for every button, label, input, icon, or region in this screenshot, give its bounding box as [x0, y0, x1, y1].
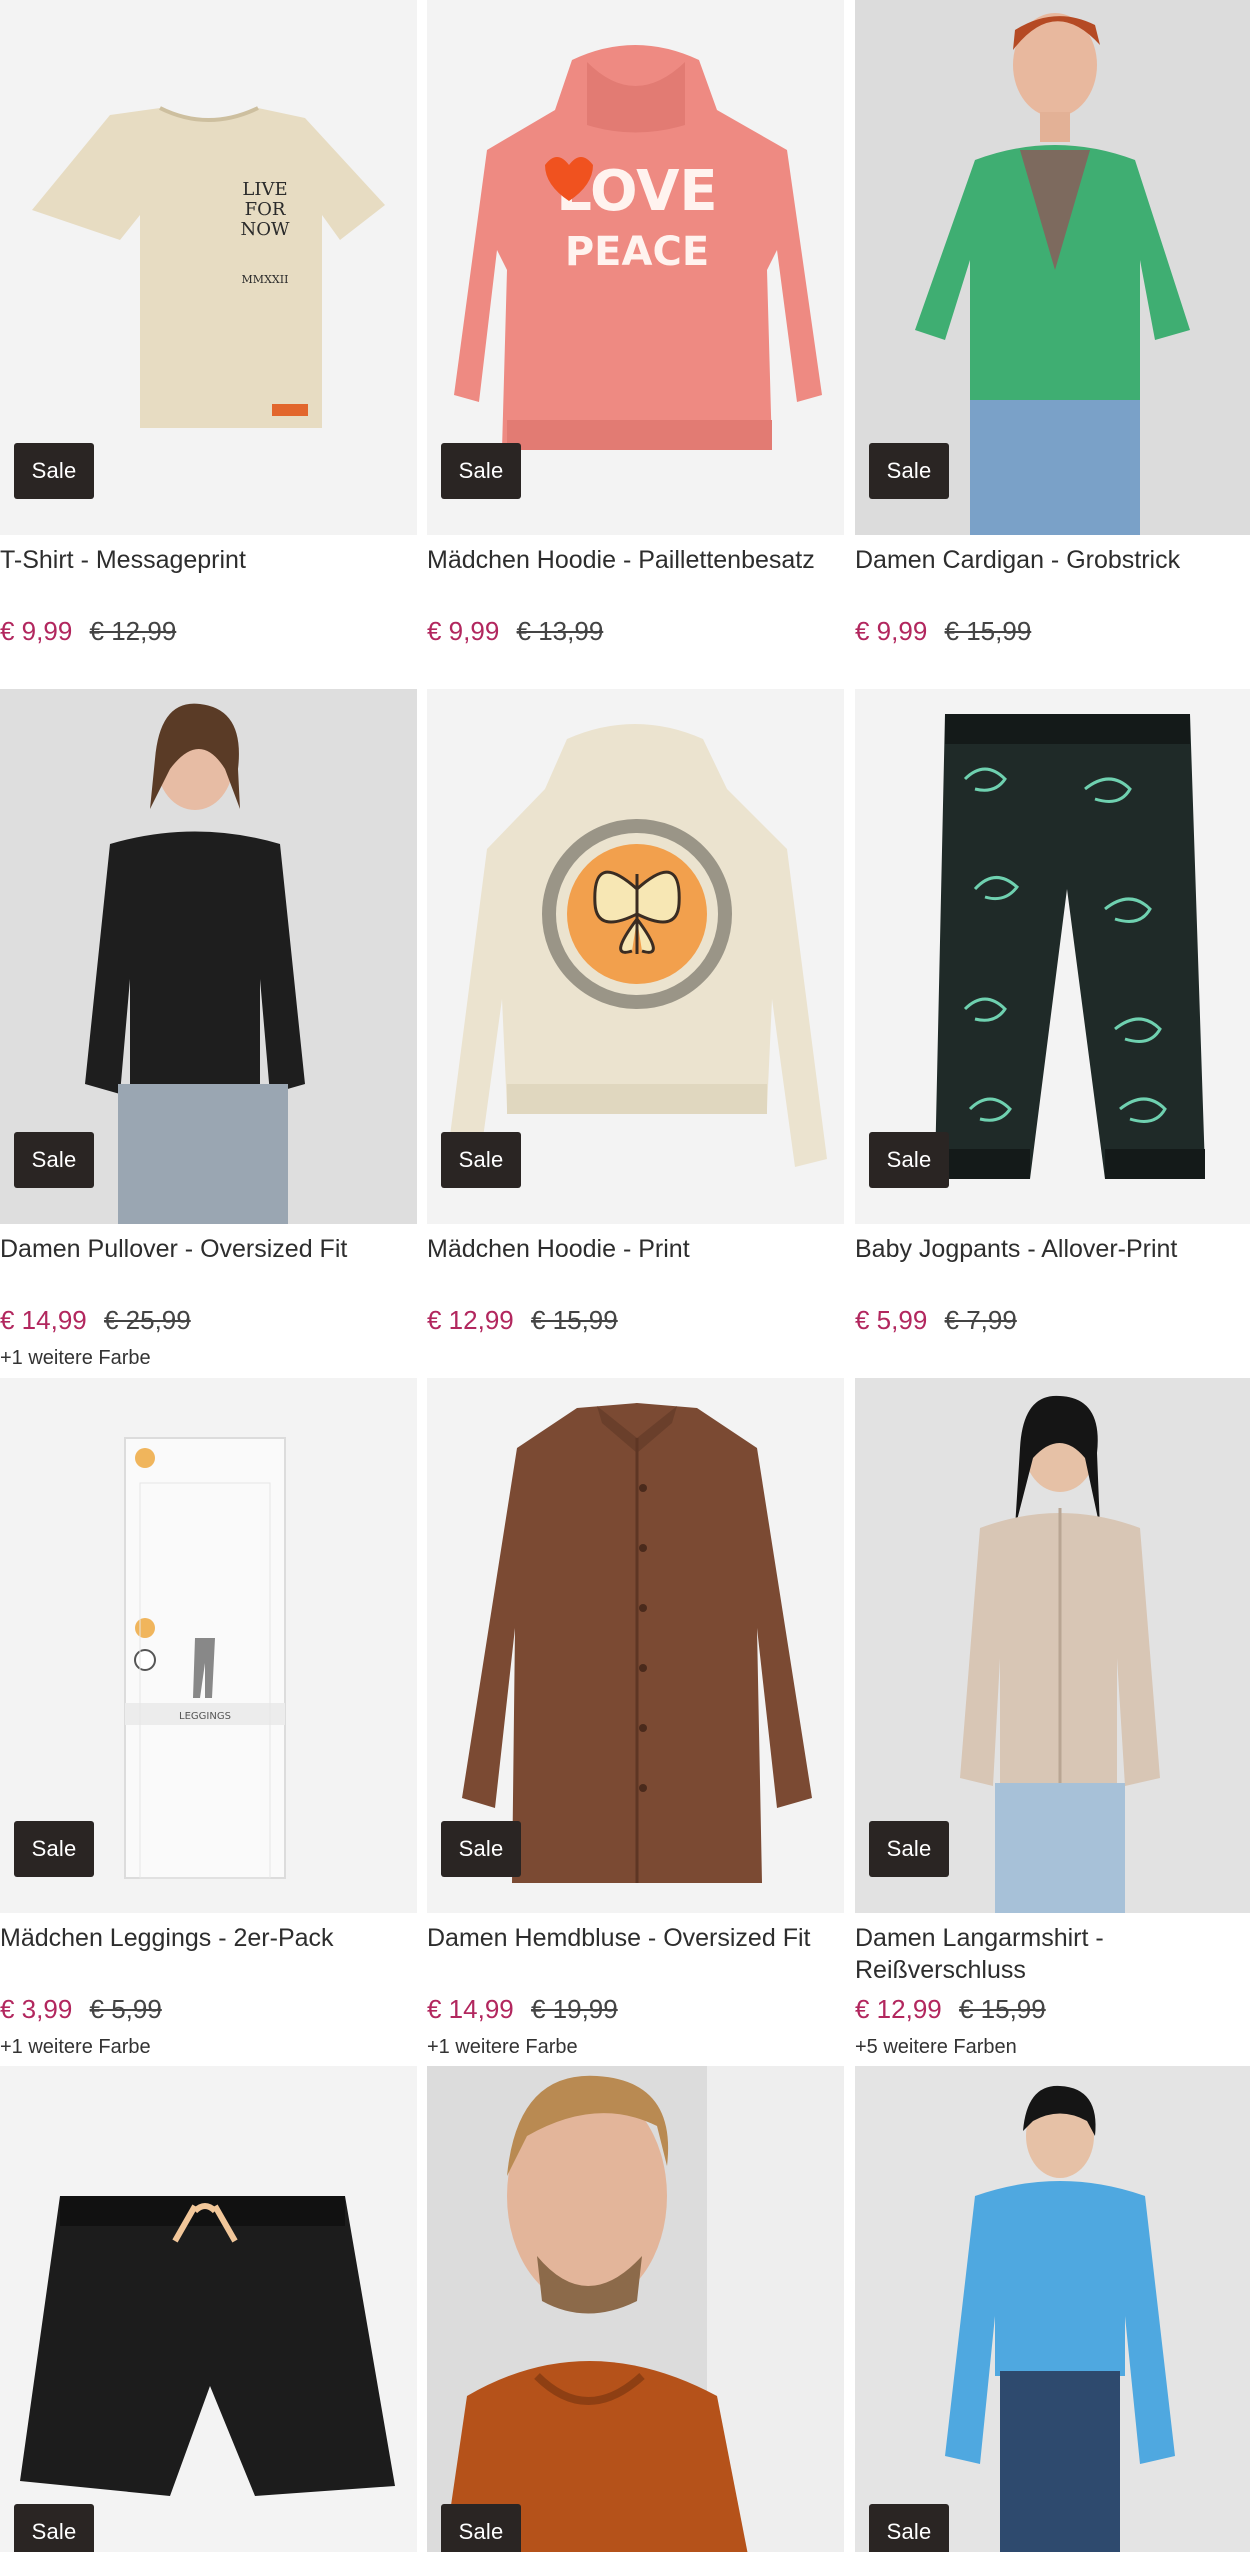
original-price: € 13,99: [516, 616, 604, 646]
sale-badge: Sale: [14, 443, 94, 499]
product-image[interactable]: Sale: [427, 2066, 844, 2552]
product-card[interactable]: Sale Damen Pullover - Oversized Fit € 14…: [0, 689, 417, 1379]
product-card[interactable]: Sale: [855, 2066, 1250, 2552]
sale-price: € 14,99: [0, 1305, 87, 1335]
more-colors[interactable]: +1 weitere Farbe: [0, 1345, 151, 1371]
sale-badge: Sale: [869, 443, 949, 499]
sale-badge: Sale: [869, 1821, 949, 1877]
product-card[interactable]: Sale Mädchen Hoodie - Print € 12,99 € 15…: [427, 689, 844, 1379]
product-card[interactable]: Sale Damen Hemdbluse - Oversized Fit € 1…: [427, 1378, 844, 2068]
sale-price: € 5,99: [855, 1305, 928, 1335]
sale-badge: Sale: [869, 1132, 949, 1188]
original-price: € 15,99: [530, 1305, 618, 1335]
product-prices: € 9,99 € 12,99: [0, 614, 176, 648]
product-prices: € 14,99 € 19,99: [427, 1992, 618, 2026]
product-prices: € 5,99 € 7,99: [855, 1303, 1017, 1337]
blue-knit-model-image: [945, 2085, 1175, 2552]
original-price: € 19,99: [530, 1994, 618, 2024]
original-price: € 15,99: [944, 616, 1032, 646]
svg-text:FOR: FOR: [245, 199, 286, 220]
product-image[interactable]: LEGGINGS Sale: [0, 1378, 417, 1913]
sale-price: € 9,99: [0, 616, 73, 646]
sale-price: € 12,99: [855, 1994, 942, 2024]
more-colors[interactable]: +1 weitere Farbe: [427, 2034, 578, 2060]
product-name[interactable]: Damen Pullover - Oversized Fit: [0, 1233, 420, 1265]
sale-price: € 9,99: [427, 616, 500, 646]
product-name[interactable]: Damen Langarmshirt - Reißverschluss: [855, 1922, 1250, 1986]
sale-price: € 14,99: [427, 1994, 514, 2024]
product-prices: € 14,99 € 25,99: [0, 1303, 191, 1337]
product-image[interactable]: Sale: [855, 689, 1250, 1224]
product-image[interactable]: Sale: [855, 1378, 1250, 1913]
product-image[interactable]: LIVE FOR NOW MMXXII Sale: [0, 0, 417, 535]
shorts-image: [20, 2196, 395, 2496]
svg-text:NOW: NOW: [240, 219, 290, 240]
product-name[interactable]: Mädchen Hoodie - Paillettenbesatz: [427, 544, 847, 576]
product-name[interactable]: Damen Cardigan - Grobstrick: [855, 544, 1250, 576]
sale-badge: Sale: [441, 1132, 521, 1188]
more-colors[interactable]: +5 weitere Farben: [855, 2034, 1017, 2060]
product-prices: € 12,99 € 15,99: [855, 1992, 1046, 2026]
sale-price: € 9,99: [855, 616, 928, 646]
sale-badge: Sale: [441, 443, 521, 499]
product-image[interactable]: Sale: [0, 2066, 417, 2552]
product-prices: € 3,99 € 5,99: [0, 1992, 162, 2026]
product-name[interactable]: Mädchen Leggings - 2er-Pack: [0, 1922, 420, 1954]
product-image[interactable]: Sale: [427, 689, 844, 1224]
product-prices: € 12,99 € 15,99: [427, 1303, 618, 1337]
svg-text:MMXXII: MMXXII: [242, 273, 289, 286]
product-name[interactable]: Damen Hemdbluse - Oversized Fit: [427, 1922, 847, 1954]
product-card[interactable]: LEGGINGS Sale Mädchen Leggings - 2er-Pac…: [0, 1378, 417, 2068]
product-image[interactable]: Sale: [855, 2066, 1250, 2552]
product-card[interactable]: LOVE PEACE Sale Mädchen Hoodie - Paillet…: [427, 0, 844, 690]
product-card[interactable]: Sale Damen Cardigan - Grobstrick € 9,99 …: [855, 0, 1250, 690]
product-name[interactable]: T-Shirt - Messageprint: [0, 544, 420, 576]
sale-badge: Sale: [14, 1132, 94, 1188]
original-price: € 5,99: [89, 1994, 162, 2024]
sale-badge: Sale: [14, 2504, 94, 2552]
orange-hoodie-man-image: [444, 2066, 844, 2552]
sale-badge: Sale: [14, 1821, 94, 1877]
original-price: € 7,99: [944, 1305, 1017, 1335]
original-price: € 25,99: [103, 1305, 191, 1335]
product-grid: LIVE FOR NOW MMXXII Sale T-Shirt - Messa…: [0, 0, 1250, 2552]
original-price: € 12,99: [89, 616, 177, 646]
product-card[interactable]: Sale: [0, 2066, 417, 2552]
svg-text:PEACE: PEACE: [565, 229, 709, 275]
product-prices: € 9,99 € 15,99: [855, 614, 1031, 648]
svg-text:LIVE: LIVE: [242, 179, 287, 200]
sale-price: € 12,99: [427, 1305, 514, 1335]
product-image[interactable]: Sale: [0, 689, 417, 1224]
product-name[interactable]: Baby Jogpants - Allover-Print: [855, 1233, 1250, 1265]
more-colors[interactable]: +1 weitere Farbe: [0, 2034, 151, 2060]
product-image[interactable]: LOVE PEACE Sale: [427, 0, 844, 535]
product-name[interactable]: Mädchen Hoodie - Print: [427, 1233, 847, 1265]
product-card[interactable]: Sale: [427, 2066, 844, 2552]
product-image[interactable]: Sale: [427, 1378, 844, 1913]
product-prices: € 9,99 € 13,99: [427, 614, 603, 648]
product-card[interactable]: Sale Damen Langarmshirt - Reißverschluss…: [855, 1378, 1250, 2068]
svg-text:LEGGINGS: LEGGINGS: [179, 1711, 231, 1722]
sale-badge: Sale: [441, 1821, 521, 1877]
product-card[interactable]: LIVE FOR NOW MMXXII Sale T-Shirt - Messa…: [0, 0, 417, 690]
sale-badge: Sale: [441, 2504, 521, 2552]
sale-price: € 3,99: [0, 1994, 73, 2024]
product-image[interactable]: Sale: [855, 0, 1250, 535]
product-card[interactable]: Sale Baby Jogpants - Allover-Print € 5,9…: [855, 689, 1250, 1379]
sale-badge: Sale: [869, 2504, 949, 2552]
original-price: € 15,99: [958, 1994, 1046, 2024]
